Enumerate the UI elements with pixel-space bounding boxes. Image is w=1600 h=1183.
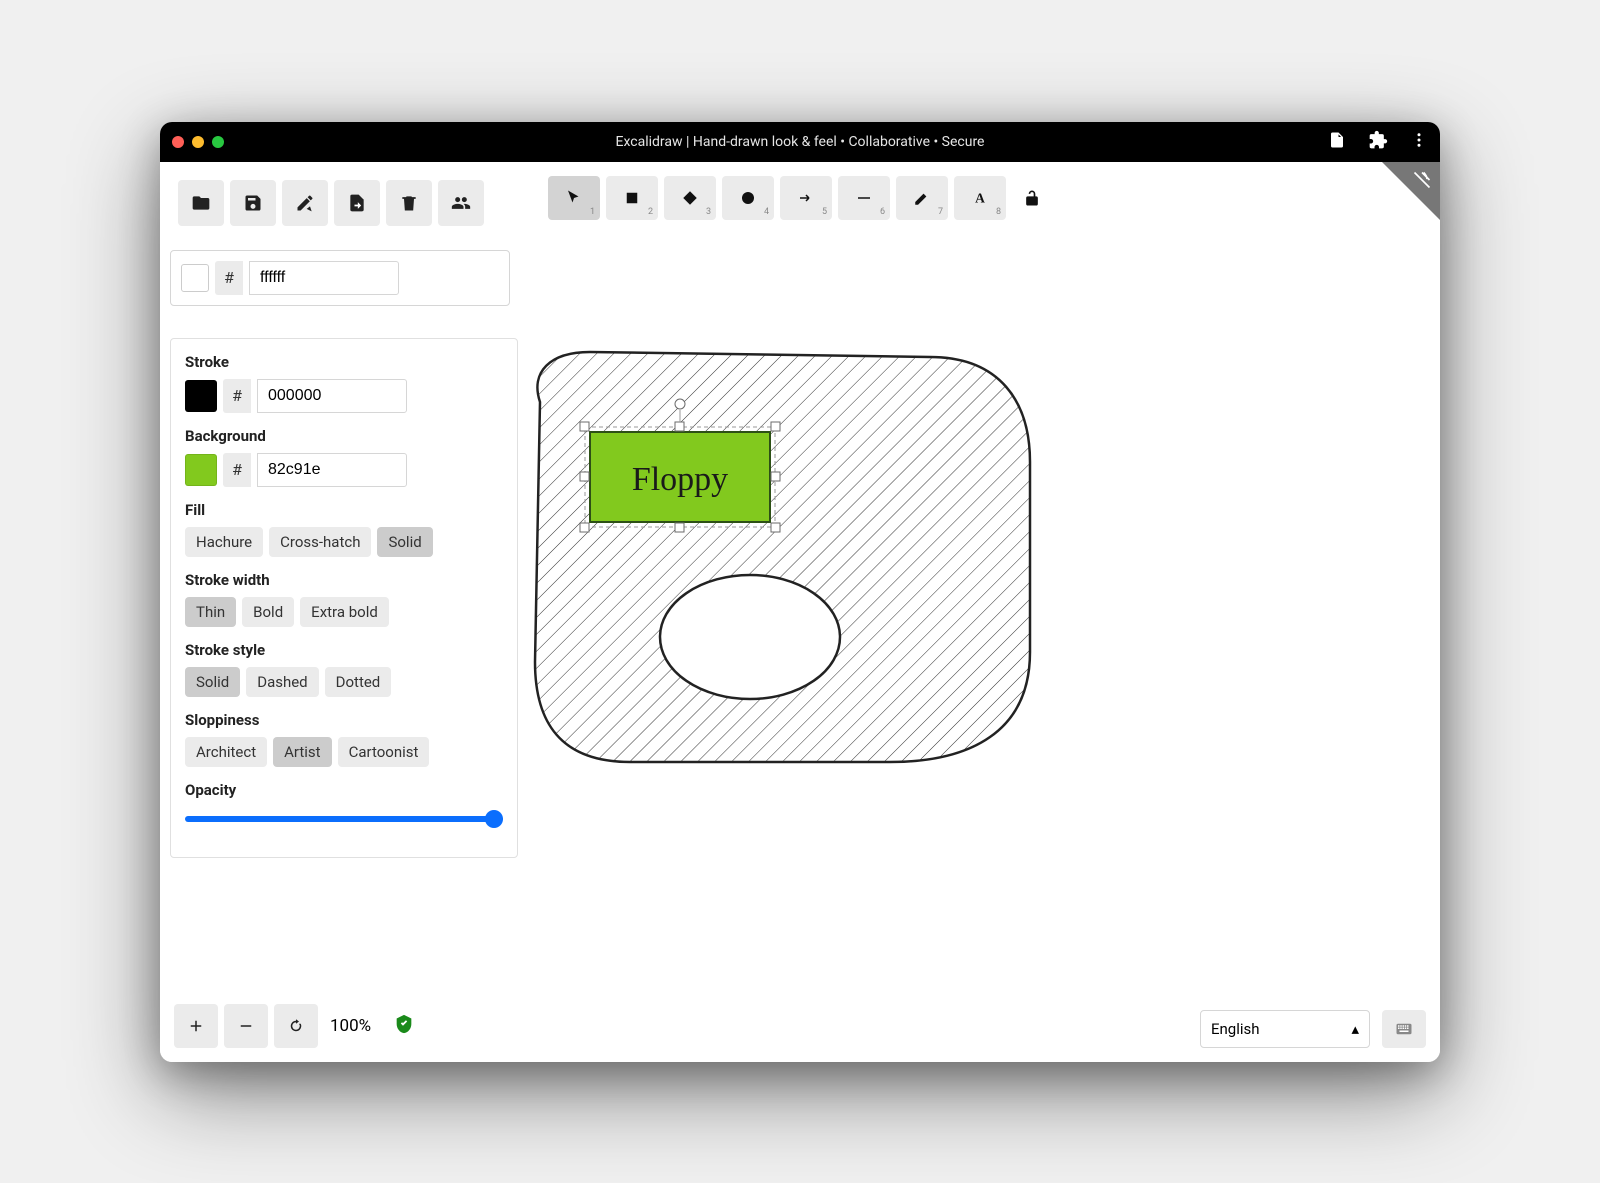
clear-button[interactable] — [282, 180, 328, 226]
drawn-shape-hole[interactable] — [660, 575, 840, 699]
draw-tool[interactable]: 7 — [896, 176, 948, 220]
fill-cross-hatch[interactable]: Cross-hatch — [269, 527, 371, 557]
zoom-controls: 100% — [174, 1004, 415, 1048]
titlebar: Excalidraw | Hand-drawn look & feel • Co… — [160, 122, 1440, 162]
window-controls — [172, 136, 224, 148]
menu-icon[interactable] — [1410, 131, 1428, 153]
file-toolbar — [174, 176, 488, 230]
stroke-style-label: Stroke style — [185, 641, 503, 659]
properties-panel[interactable]: Stroke # Background # Fill Hachure Cross… — [170, 338, 518, 858]
svg-text:A: A — [975, 190, 985, 205]
canvas-bg-panel: # — [170, 250, 510, 306]
language-select[interactable]: English ▴ — [1200, 1010, 1370, 1048]
opacity-label: Opacity — [185, 781, 503, 799]
export-button[interactable] — [334, 180, 380, 226]
stroke-width-bold[interactable]: Bold — [242, 597, 294, 627]
sloppiness-architect[interactable]: Architect — [185, 737, 267, 767]
selection-tool[interactable]: 1 — [548, 176, 600, 220]
stroke-width-thin[interactable]: Thin — [185, 597, 236, 627]
collaborate-button[interactable] — [438, 180, 484, 226]
canvas-bg-input[interactable] — [249, 261, 399, 295]
zoom-out-button[interactable] — [224, 1004, 268, 1048]
text-tool[interactable]: A8 — [954, 176, 1006, 220]
background-hash: # — [223, 453, 251, 487]
stroke-label: Stroke — [185, 353, 503, 371]
opacity-slider[interactable] — [185, 816, 503, 822]
delete-button[interactable] — [386, 180, 432, 226]
ellipse-tool[interactable]: 4 — [722, 176, 774, 220]
rectangle-tool[interactable]: 2 — [606, 176, 658, 220]
sloppiness-artist[interactable]: Artist — [273, 737, 331, 767]
shape-toolbar: 1 2 3 4 5 6 7 A8 — [548, 176, 1052, 220]
maximize-window-button[interactable] — [212, 136, 224, 148]
stroke-width-extra-bold[interactable]: Extra bold — [300, 597, 389, 627]
line-tool[interactable]: 6 — [838, 176, 890, 220]
stroke-swatch[interactable] — [185, 380, 217, 412]
background-hex-input[interactable] — [257, 453, 407, 487]
fill-hachure[interactable]: Hachure — [185, 527, 263, 557]
sloppiness-cartoonist[interactable]: Cartoonist — [338, 737, 430, 767]
close-window-button[interactable] — [172, 136, 184, 148]
app-content: Floppy — [160, 162, 1440, 1062]
minimize-window-button[interactable] — [192, 136, 204, 148]
sloppiness-label: Sloppiness — [185, 711, 503, 729]
background-label: Background — [185, 427, 503, 445]
stroke-style-solid[interactable]: Solid — [185, 667, 240, 697]
arrow-tool[interactable]: 5 — [780, 176, 832, 220]
stroke-width-label: Stroke width — [185, 571, 503, 589]
encryption-shield-icon[interactable] — [393, 1013, 415, 1039]
drawn-shape-blob[interactable] — [535, 352, 1030, 762]
stroke-hex-input[interactable] — [257, 379, 407, 413]
selected-text[interactable]: Floppy — [632, 461, 728, 498]
fill-options: Hachure Cross-hatch Solid — [185, 527, 503, 557]
file-icon[interactable] — [1328, 131, 1346, 153]
github-corner[interactable] — [1382, 162, 1440, 220]
lock-button[interactable] — [1012, 176, 1052, 220]
app-window: Excalidraw | Hand-drawn look & feel • Co… — [160, 122, 1440, 1062]
diamond-tool[interactable]: 3 — [664, 176, 716, 220]
sloppiness-options: Architect Artist Cartoonist — [185, 737, 503, 767]
stroke-hash: # — [223, 379, 251, 413]
language-value: English — [1211, 1020, 1260, 1038]
zoom-level: 100% — [330, 1016, 371, 1036]
zoom-in-button[interactable] — [174, 1004, 218, 1048]
stroke-style-dotted[interactable]: Dotted — [325, 667, 392, 697]
open-button[interactable] — [178, 180, 224, 226]
fill-solid[interactable]: Solid — [377, 527, 432, 557]
zoom-reset-button[interactable] — [274, 1004, 318, 1048]
stroke-style-dashed[interactable]: Dashed — [246, 667, 318, 697]
window-title: Excalidraw | Hand-drawn look & feel • Co… — [616, 134, 985, 150]
chevron-up-icon: ▴ — [1351, 1020, 1359, 1038]
fill-label: Fill — [185, 501, 503, 519]
hash-label: # — [215, 261, 243, 295]
keyboard-shortcuts-button[interactable] — [1382, 1010, 1426, 1048]
canvas-bg-swatch[interactable] — [181, 264, 209, 292]
extensions-icon[interactable] — [1368, 130, 1388, 154]
stroke-width-options: Thin Bold Extra bold — [185, 597, 503, 627]
save-button[interactable] — [230, 180, 276, 226]
background-swatch[interactable] — [185, 454, 217, 486]
stroke-style-options: Solid Dashed Dotted — [185, 667, 503, 697]
